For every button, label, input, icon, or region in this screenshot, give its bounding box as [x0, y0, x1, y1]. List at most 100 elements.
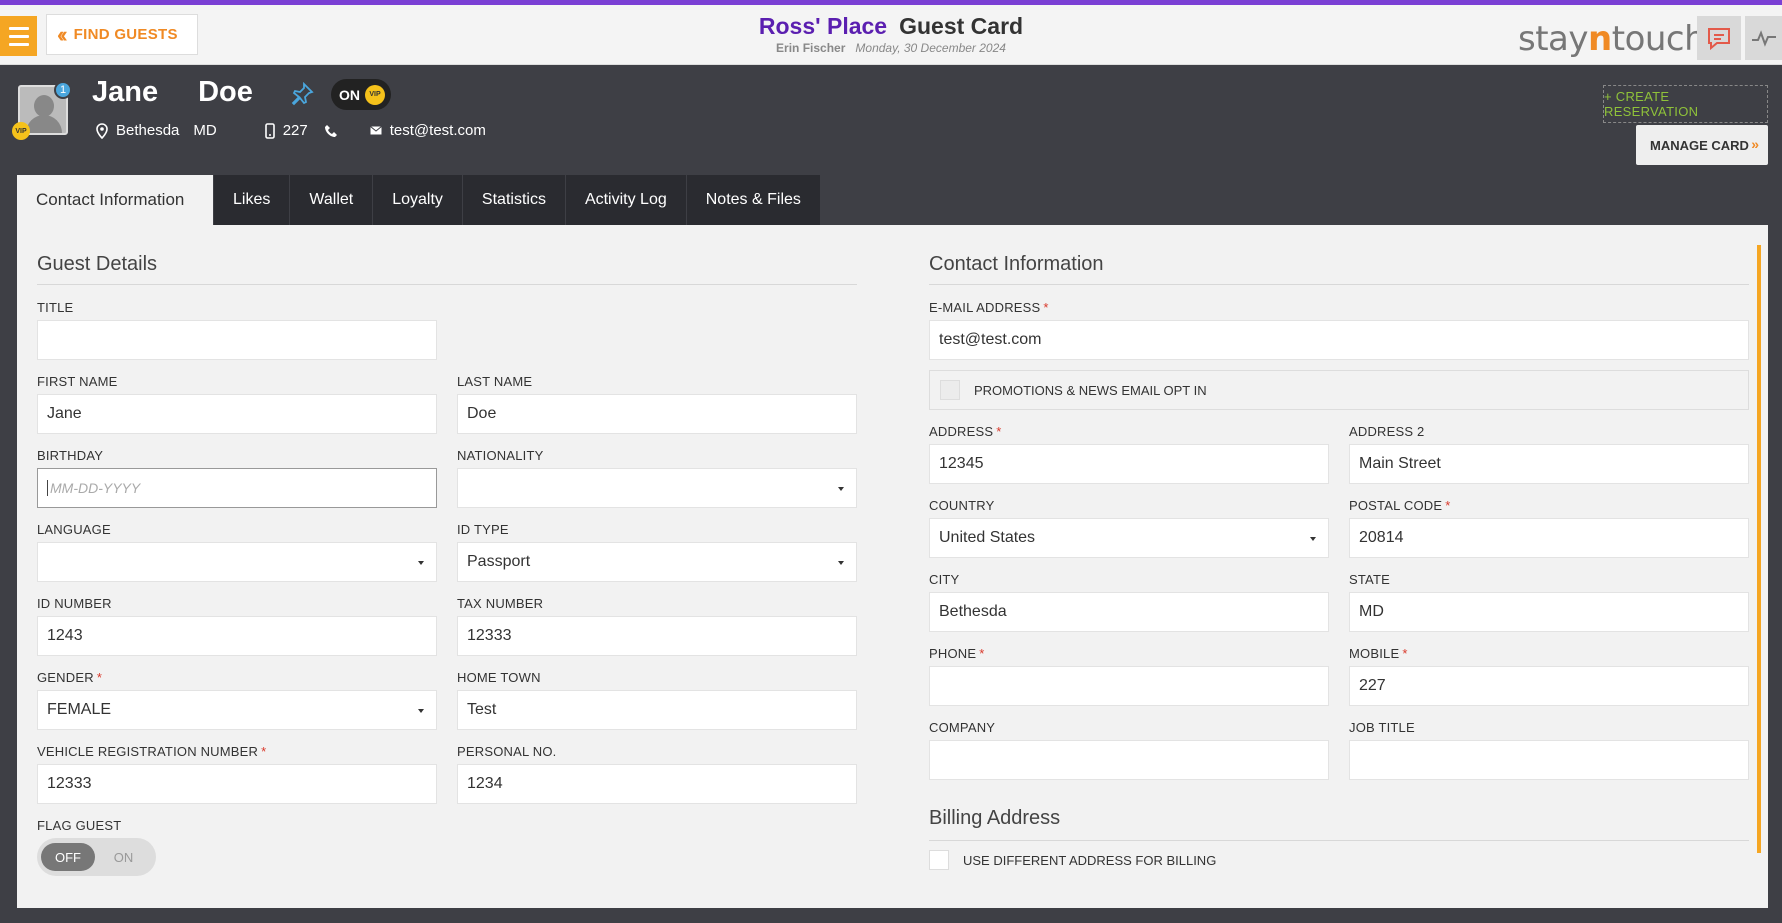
job-title-label: JOB TITLE	[1349, 720, 1415, 735]
hamburger-icon[interactable]	[0, 16, 37, 56]
email-icon	[369, 126, 382, 135]
city-field[interactable]: Bethesda	[929, 592, 1329, 632]
manage-card-button[interactable]: MANAGE CARD »	[1636, 125, 1768, 165]
birthday-placeholder: MM-DD-YYYY	[50, 480, 141, 496]
guest-contact-summary: Bethesda MD 227 test@test.com	[96, 122, 486, 139]
address2-label: ADDRESS 2	[1349, 424, 1425, 439]
personal-no-label: PERSONAL NO.	[457, 744, 557, 759]
language-select[interactable]	[37, 542, 437, 582]
tab-loyalty[interactable]: Loyalty	[373, 175, 463, 225]
tab-notes-files[interactable]: Notes & Files	[686, 175, 821, 225]
email-field[interactable]: test@test.com	[929, 320, 1749, 360]
job-title-field[interactable]	[1349, 740, 1749, 780]
billing-different-address[interactable]: USE DIFFERENT ADDRESS FOR BILLING	[929, 850, 1216, 870]
mobile-icon	[264, 122, 275, 139]
id-type-label: ID TYPE	[457, 522, 509, 537]
tab-likes[interactable]: Likes	[214, 175, 291, 225]
location-icon	[96, 122, 108, 139]
guest-city: Bethesda	[116, 122, 180, 139]
text-cursor	[47, 480, 48, 496]
find-guests-label: FIND GUESTS	[73, 26, 178, 43]
tab-contact-information[interactable]: Contact Information	[17, 175, 214, 225]
id-type-select[interactable]: Passport	[457, 542, 857, 582]
divider	[929, 284, 1749, 285]
guest-mobile: 227	[282, 122, 308, 139]
id-number-field[interactable]: 1243	[37, 616, 437, 656]
pulse-icon[interactable]	[1745, 16, 1782, 60]
email-label: E-MAIL ADDRESS *	[929, 300, 1049, 315]
tax-number-field[interactable]: 12333	[457, 616, 857, 656]
nationality-label: NATIONALITY	[457, 448, 544, 463]
vip-toggle-badge: VIP	[365, 84, 385, 105]
country-select[interactable]: United States	[929, 518, 1329, 558]
id-number-label: ID NUMBER	[37, 596, 112, 611]
reservation-count-badge: 1	[54, 81, 72, 99]
last-name-label: LAST NAME	[457, 374, 533, 389]
tab-wallet[interactable]: Wallet	[290, 175, 374, 225]
birthday-label: BIRTHDAY	[37, 448, 104, 463]
language-label: LANGUAGE	[37, 522, 111, 537]
promotions-checkbox[interactable]	[940, 380, 960, 400]
top-bar: ‹‹ FIND GUESTS Ross' Place Guest Card Eri…	[0, 5, 1782, 65]
flag-guest-off: OFF	[41, 843, 95, 871]
vehicle-registration-label: VEHICLE REGISTRATION NUMBER *	[37, 744, 267, 759]
address-field[interactable]: 12345	[929, 444, 1329, 484]
tab-statistics[interactable]: Statistics	[462, 175, 566, 225]
hotel-name: Ross' Place	[758, 13, 888, 39]
city-label: CITY	[929, 572, 960, 587]
guest-details-title: Guest Details	[37, 253, 158, 275]
flag-guest-toggle[interactable]: OFF ON	[37, 838, 156, 876]
billing-address-title: Billing Address	[929, 807, 1061, 829]
guest-last-name: Doe	[198, 76, 253, 108]
address2-field[interactable]: Main Street	[1349, 444, 1749, 484]
home-town-label: HOME TOWN	[457, 670, 541, 685]
vehicle-registration-field[interactable]: 12333	[37, 764, 437, 804]
promotions-opt-in[interactable]: PROMOTIONS & NEWS EMAIL OPT IN	[929, 370, 1749, 410]
flag-guest-label: FLAG GUEST	[37, 818, 122, 833]
postal-code-field[interactable]: 20814	[1349, 518, 1749, 558]
pin-icon[interactable]	[290, 81, 314, 106]
scrollbar[interactable]	[1757, 245, 1761, 853]
mobile-label: MOBILE *	[1349, 646, 1408, 661]
guest-card-tabs: Contact Information Likes Wallet Loyalty…	[17, 175, 821, 225]
vip-toggle-state: ON	[339, 86, 360, 103]
guest-first-name: Jane	[92, 76, 159, 108]
first-name-field[interactable]: Jane	[37, 394, 437, 434]
vip-toggle[interactable]: ON VIP	[331, 79, 391, 110]
personal-no-field[interactable]: 1234	[457, 764, 857, 804]
manage-card-label: MANAGE CARD	[1650, 137, 1749, 153]
user-name: Erin Fischer	[776, 41, 846, 55]
gender-select[interactable]: FEMALE	[37, 690, 437, 730]
tab-activity-log[interactable]: Activity Log	[565, 175, 687, 225]
chat-icon[interactable]	[1697, 16, 1741, 60]
nationality-select[interactable]	[457, 468, 857, 508]
company-field[interactable]	[929, 740, 1329, 780]
find-guests-button[interactable]: ‹‹ FIND GUESTS	[46, 14, 198, 55]
stayntouch-logo: stayntouch	[1518, 19, 1706, 59]
birthday-field[interactable]: MM-DD-YYYY	[37, 468, 437, 508]
last-name-field[interactable]: Doe	[457, 394, 857, 434]
chevron-down-icon: »	[1751, 136, 1759, 152]
double-chevron-left-icon: ‹‹	[57, 21, 67, 47]
billing-checkbox[interactable]	[929, 850, 949, 870]
phone-field[interactable]	[929, 666, 1329, 706]
first-name-label: FIRST NAME	[37, 374, 118, 389]
title-field[interactable]	[37, 320, 437, 360]
guest-state: MD	[193, 122, 217, 139]
phone-label: PHONE *	[929, 646, 985, 661]
home-town-field[interactable]: Test	[457, 690, 857, 730]
address-label: ADDRESS *	[929, 424, 1002, 439]
divider	[37, 284, 857, 285]
billing-checkbox-label: USE DIFFERENT ADDRESS FOR BILLING	[963, 852, 1217, 868]
mobile-field[interactable]: 227	[1349, 666, 1749, 706]
title-label: TITLE	[37, 300, 74, 315]
page-title: Guest Card	[899, 13, 1024, 39]
divider	[929, 840, 1749, 841]
gender-label: GENDER *	[37, 670, 103, 685]
page-title-block: Ross' Place Guest Card Erin Fischer Monday…	[0, 13, 1782, 55]
state-field[interactable]: MD	[1349, 592, 1749, 632]
business-date: Monday, 30 December 2024	[855, 41, 1006, 55]
postal-code-label: POSTAL CODE *	[1349, 498, 1451, 513]
flag-guest-on: ON	[113, 849, 134, 865]
create-reservation-button[interactable]: + CREATE RESERVATION	[1603, 85, 1768, 123]
